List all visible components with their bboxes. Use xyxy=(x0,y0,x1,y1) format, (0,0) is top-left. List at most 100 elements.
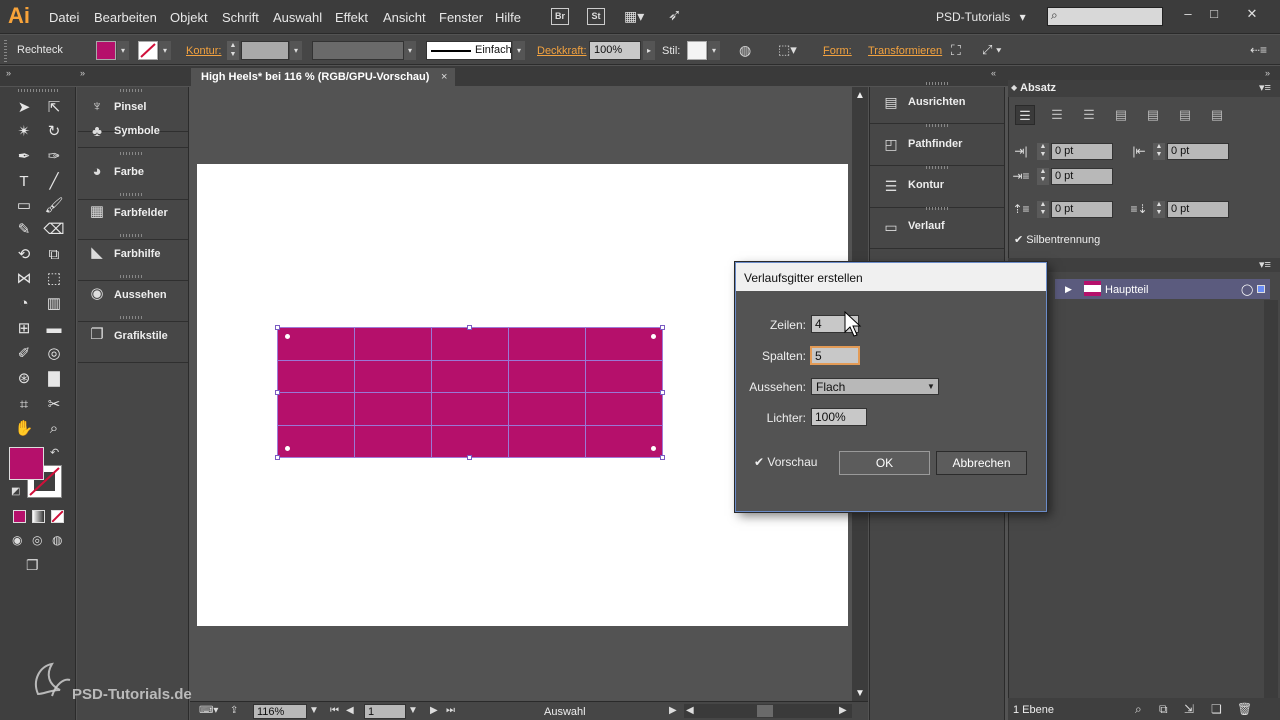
stock-icon[interactable]: St xyxy=(587,8,605,25)
collapse-arrow-icon[interactable]: ◆ xyxy=(1011,83,1017,92)
align-left-icon[interactable]: ☰ xyxy=(1015,105,1035,125)
status-text[interactable]: Auswahl xyxy=(544,706,586,718)
arrange-documents-icon[interactable]: ▦▾ xyxy=(624,8,652,25)
line-tool-icon[interactable]: ╱ xyxy=(42,171,66,193)
curvature-tool-icon[interactable]: ✑ xyxy=(42,146,66,168)
bounding-box-handle[interactable] xyxy=(275,325,280,330)
fill-swatch[interactable] xyxy=(96,41,116,60)
zoom-dropdown-icon[interactable]: ▼ xyxy=(309,705,319,716)
align-right-icon[interactable]: ☰ xyxy=(1079,105,1099,125)
panel-verlauf[interactable]: ▭ Verlauf xyxy=(870,209,1004,249)
hyphenation-checkbox[interactable]: ✔ Silbentrennung xyxy=(1014,233,1100,246)
gpu-rocket-icon[interactable]: ➶ xyxy=(668,6,688,26)
workspace-switcher[interactable]: PSD-Tutorials ▾ xyxy=(936,10,1026,24)
scroll-up-icon[interactable]: ▲ xyxy=(852,90,868,101)
symbol-sprayer-tool-icon[interactable]: ⊛ xyxy=(12,368,36,390)
first-artboard-icon[interactable]: ⏮ xyxy=(330,705,339,716)
stroke-weight-dropdown[interactable]: ▾ xyxy=(290,41,302,60)
bounding-box-handle[interactable] xyxy=(660,325,665,330)
rectangle-tool-icon[interactable]: ▭ xyxy=(12,195,36,217)
left-indent-field[interactable]: 0 pt xyxy=(1051,143,1113,160)
panel-group-grip[interactable] xyxy=(120,275,144,278)
form-link[interactable]: Form: xyxy=(823,45,852,57)
right-indent-field[interactable]: 0 pt xyxy=(1167,143,1229,160)
zoom-tool-icon[interactable]: ⌕ xyxy=(42,418,66,440)
free-transform-tool-icon[interactable]: ⬚ xyxy=(42,268,66,290)
justify-last-center-icon[interactable]: ▤ xyxy=(1143,105,1163,125)
menu-bearbeiten[interactable]: Bearbeiten xyxy=(94,10,157,25)
kontur-link[interactable]: Kontur: xyxy=(186,45,221,57)
panel-group-grip[interactable] xyxy=(120,152,144,155)
menu-objekt[interactable]: Objekt xyxy=(170,10,208,25)
bounding-box-handle[interactable] xyxy=(660,390,665,395)
none-mode-icon[interactable] xyxy=(51,510,64,523)
scroll-down-icon[interactable]: ▼ xyxy=(852,688,868,699)
bounding-box-handle[interactable] xyxy=(275,390,280,395)
mesh-point[interactable] xyxy=(651,334,656,339)
stroke-weight-stepper[interactable]: ▲ ▼ xyxy=(227,41,239,60)
ok-button[interactable]: OK xyxy=(839,451,930,475)
panel-group-grip[interactable] xyxy=(120,316,144,319)
pen-tool-icon[interactable]: ✒ xyxy=(12,146,36,168)
pencil-tool-icon[interactable]: ✎ xyxy=(12,219,36,241)
document-tab[interactable]: High Heels* bei 116 % (RGB/GPU-Vorschau) xyxy=(191,68,455,87)
rotate-tool-icon[interactable]: ⟲ xyxy=(12,244,36,266)
lasso-tool-icon[interactable]: ↻ xyxy=(42,121,66,143)
vorschau-checkbox[interactable]: ✔ Vorschau xyxy=(754,455,817,469)
zoom-field[interactable]: 116% xyxy=(253,704,307,719)
next-artboard-icon[interactable]: ▶ xyxy=(430,705,438,716)
left-indent-stepper[interactable]: ▲ ▼ xyxy=(1037,143,1049,160)
mesh-point[interactable] xyxy=(651,446,656,451)
panel-kontur[interactable]: ☰ Kontur xyxy=(870,168,1004,208)
isolate-icon[interactable]: ⛶ xyxy=(951,41,969,59)
layer-target-icon[interactable]: ◯ xyxy=(1241,283,1253,296)
justify-last-right-icon[interactable]: ▤ xyxy=(1175,105,1195,125)
scale-tool-icon[interactable]: ⧉ xyxy=(42,244,66,266)
opacity-arrow[interactable]: ▸ xyxy=(643,41,655,60)
profile-dropdown[interactable]: ▾ xyxy=(404,41,416,60)
search-input[interactable] xyxy=(1047,7,1163,26)
paintbrush-tool-icon[interactable]: 🖌 xyxy=(42,195,66,217)
draw-inside-icon[interactable]: ◍ xyxy=(52,533,62,547)
align-to-icon[interactable]: ⬚▾ xyxy=(778,41,804,59)
panel-pathfinder[interactable]: ◰ Pathfinder xyxy=(870,126,1004,166)
width-tool-icon[interactable]: ⋈ xyxy=(12,268,36,290)
bounding-box-handle[interactable] xyxy=(467,455,472,460)
clipping-mask-icon[interactable]: ⧉ xyxy=(1159,702,1168,717)
expand-layer-icon[interactable]: ▶ xyxy=(1065,284,1072,295)
stroke-dropdown-arrow[interactable]: ▾ xyxy=(159,41,171,60)
absatz-panel-menu-icon[interactable]: ▾≡ xyxy=(1259,81,1271,94)
close-button[interactable]: ✕ xyxy=(1244,6,1260,22)
mesh-point[interactable] xyxy=(285,446,290,451)
tools-grip[interactable] xyxy=(18,89,58,92)
transform-options-icon[interactable]: ⤢ ▾ xyxy=(982,41,1014,59)
panel-group-grip[interactable] xyxy=(120,234,144,237)
draw-normal-icon[interactable]: ◉ xyxy=(12,533,22,547)
first-line-indent-stepper[interactable]: ▲ ▼ xyxy=(1037,168,1049,185)
stroke-swatch[interactable] xyxy=(138,41,158,60)
layer-name[interactable]: Hauptteil xyxy=(1105,284,1148,296)
first-line-indent-field[interactable]: 0 pt xyxy=(1051,168,1113,185)
collapse-toolbar-icon[interactable]: » xyxy=(6,68,11,78)
scroll-left-icon[interactable]: ◀ xyxy=(686,705,694,716)
column-graph-tool-icon[interactable]: ▇ xyxy=(42,368,66,390)
bridge-icon[interactable]: Br xyxy=(551,8,569,25)
scroll-right-icon[interactable]: ▶ xyxy=(839,705,847,716)
mesh-point[interactable] xyxy=(285,334,290,339)
perspective-grid-tool-icon[interactable]: ▥ xyxy=(42,293,66,315)
type-tool-icon[interactable]: T xyxy=(12,171,36,193)
recolor-artwork-icon[interactable]: ◍ xyxy=(739,41,757,59)
bounding-box-handle[interactable] xyxy=(660,455,665,460)
space-after-stepper[interactable]: ▲ ▼ xyxy=(1153,201,1165,218)
collapse-absatz-icon[interactable]: » xyxy=(1265,68,1270,78)
space-before-stepper[interactable]: ▲ ▼ xyxy=(1037,201,1049,218)
stroke-weight-field[interactable] xyxy=(241,41,289,60)
aussehen-select[interactable]: Flach xyxy=(811,378,939,395)
justify-all-icon[interactable]: ▤ xyxy=(1207,105,1227,125)
delete-layer-icon[interactable]: 🗑 xyxy=(1237,702,1252,716)
ebenen-panel-menu-icon[interactable]: ▾≡ xyxy=(1259,258,1271,271)
export-icon[interactable]: ⇪ xyxy=(230,705,238,716)
spalten-input[interactable]: 5 xyxy=(810,346,860,365)
fill-dropdown-arrow[interactable]: ▾ xyxy=(117,41,129,60)
control-bar-grip[interactable] xyxy=(4,38,7,62)
